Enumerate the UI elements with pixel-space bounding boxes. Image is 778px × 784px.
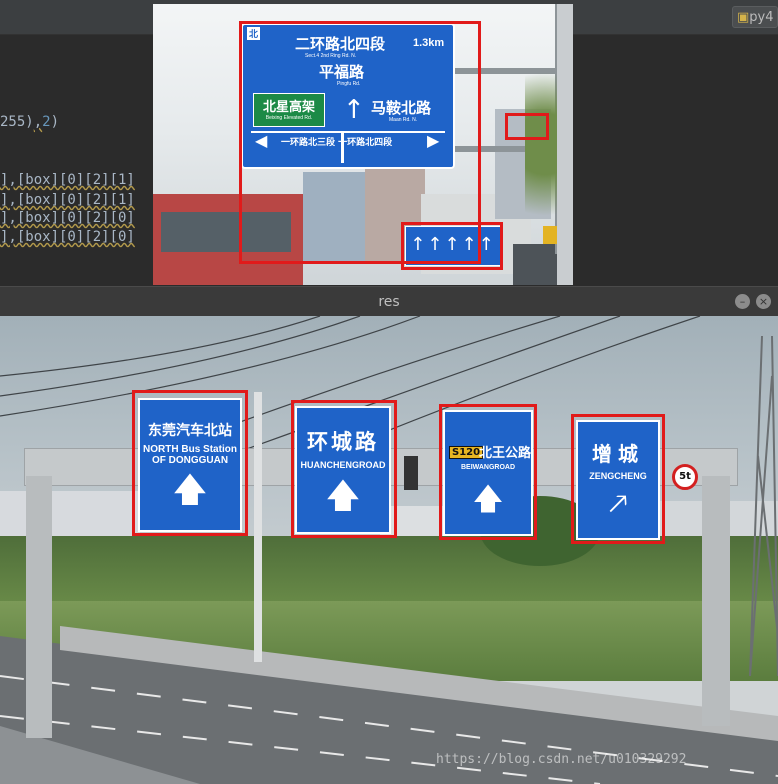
code-text: ],[box][0][2][0]: [0, 210, 135, 226]
code-line-4: ],[box][0][2][0]: [0, 210, 135, 226]
res-window-titlebar[interactable]: res – ×: [0, 286, 778, 318]
detection-box: [505, 113, 549, 140]
gantry-pillar: [26, 476, 52, 738]
res-window-title: res: [378, 294, 400, 310]
detection-box: [439, 404, 537, 540]
traffic-light: [404, 456, 418, 490]
code-number: 2: [42, 114, 51, 130]
minimize-button[interactable]: –: [735, 294, 750, 309]
pylon: [749, 336, 778, 676]
detection-image-res: 东莞汽车北站 NORTH Bus Station OF DONGGUAN 🡅 环…: [0, 316, 778, 784]
code-line-1: 255),2): [0, 114, 59, 130]
detection-box: [291, 400, 397, 538]
top-window-scrollbar[interactable]: [557, 4, 573, 285]
close-button[interactable]: ×: [756, 294, 771, 309]
code-line-2: ],[box][0][2][1]: [0, 172, 135, 188]
code-text: ],[box][0][2][1]: [0, 192, 135, 208]
code-text: 255): [0, 114, 34, 130]
python-file-icon: ▣: [737, 10, 750, 25]
code-line-3: ],[box][0][2][1]: [0, 192, 135, 208]
watermark: https://blog.csdn.net/u010329292: [436, 752, 687, 767]
code-text: ],[box][0][2][1]: [0, 172, 135, 188]
code-comma: ,: [33, 114, 43, 130]
detection-box: [132, 390, 248, 536]
ide-tab-label: py4: [749, 10, 774, 25]
detection-image-top: 北 二环路北四段 1.3km Sect.4 2nd Ring Rd. N. 平福…: [153, 4, 573, 285]
code-text: ],[box][0][2][0]: [0, 229, 135, 245]
detection-box: [401, 222, 503, 270]
ide-tab[interactable]: ▣py4: [732, 6, 778, 28]
detection-box: [571, 414, 665, 544]
light-pole: [254, 392, 262, 662]
warning-sign: [543, 226, 557, 244]
weight-limit-sign: 5t: [672, 464, 698, 490]
code-line-5: ],[box][0][2][0]: [0, 229, 135, 245]
code-text: ): [50, 114, 60, 130]
